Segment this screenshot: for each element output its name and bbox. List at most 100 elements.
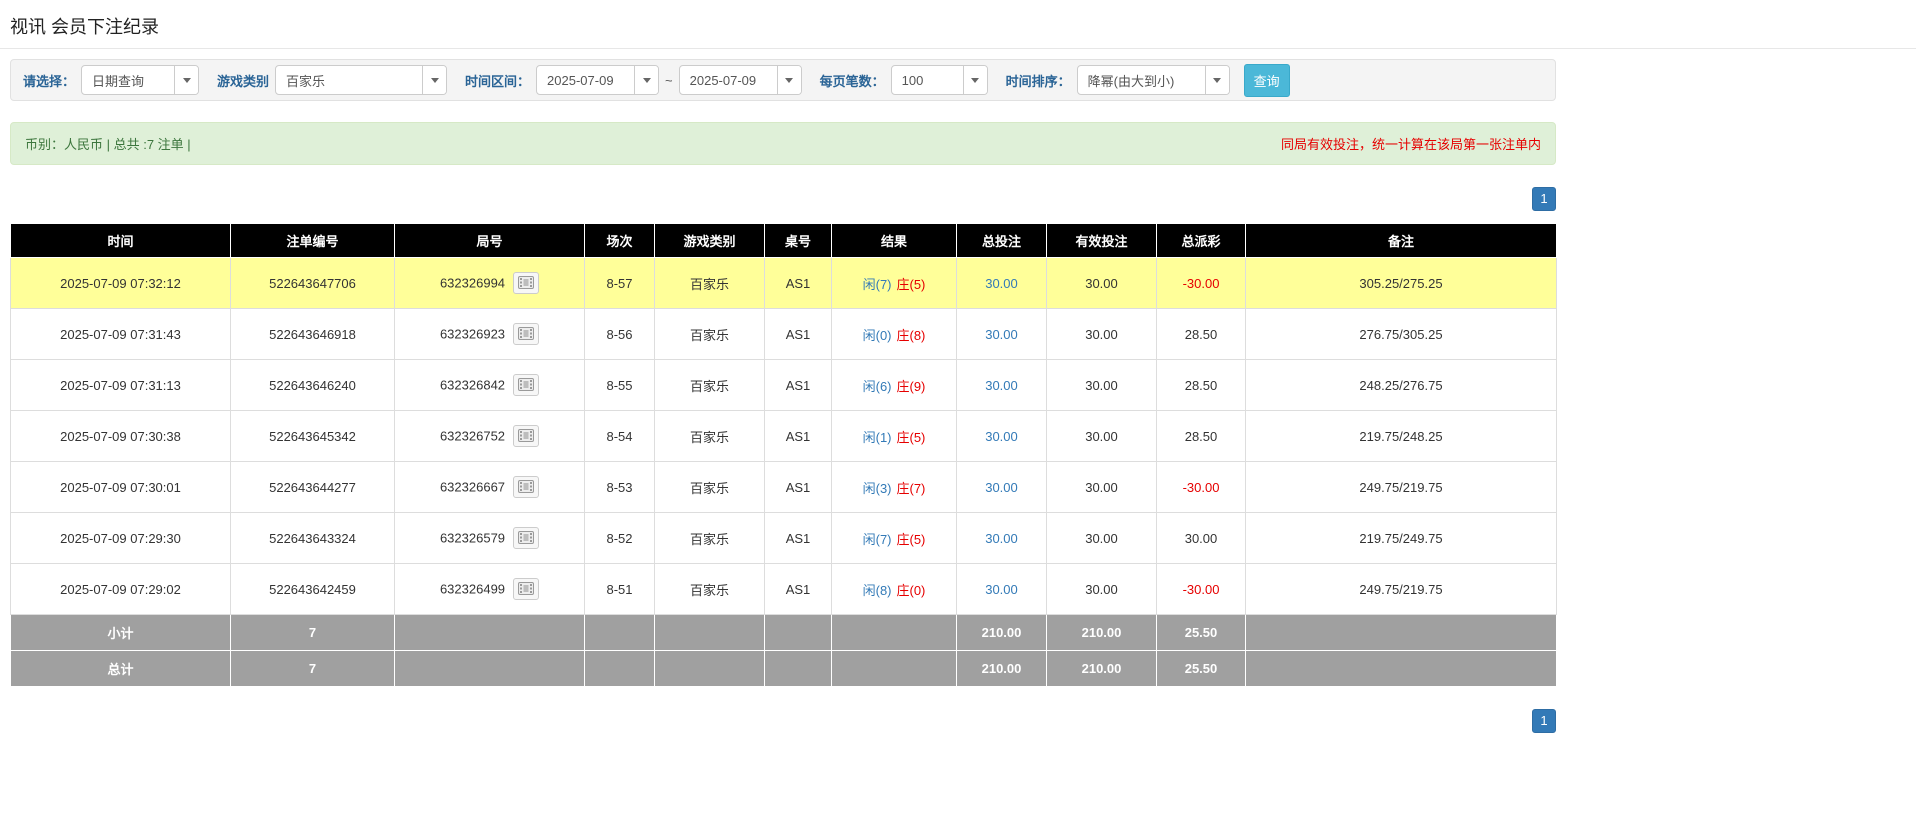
page-1-button[interactable]: 1 xyxy=(1532,709,1556,733)
page-1-button[interactable]: 1 xyxy=(1532,187,1556,211)
total-bet-link[interactable]: 30.00 xyxy=(985,327,1018,342)
result-cell: 闲(7) 庄(5) xyxy=(831,512,957,564)
video-replay-button[interactable] xyxy=(513,272,540,294)
round-cell: 632326994 xyxy=(394,257,585,309)
video-replay-icon xyxy=(518,276,535,289)
round-cell: 632326667 xyxy=(394,461,585,513)
search-button[interactable]: 查询 xyxy=(1243,63,1290,97)
table-head: 时间 注单编号 局号 场次 游戏类别 桌号 结果 总投注 有效投注 总派彩 备注 xyxy=(10,223,1557,258)
date-to-picker[interactable]: 2025-07-09 xyxy=(678,65,802,95)
summary-cell xyxy=(654,614,765,651)
total-bet-link[interactable]: 30.00 xyxy=(985,378,1018,393)
summary-bar: 币别：人民币 | 总共 :7 注单 | 同局有效投注，统一计算在该局第一张注单内 xyxy=(10,122,1556,165)
round-cell: 632326923 xyxy=(394,308,585,360)
page-size-dropdown[interactable]: 100 xyxy=(890,65,988,95)
game-type-dropdown[interactable]: 百家乐 xyxy=(275,65,448,95)
bet-id-cell: 522643642459 xyxy=(230,563,395,615)
summary-cell: 7 xyxy=(230,614,395,651)
time-cell: 2025-07-09 07:31:43 xyxy=(10,308,231,360)
video-replay-button[interactable] xyxy=(513,527,540,549)
time-cell: 2025-07-09 07:29:02 xyxy=(10,563,231,615)
subtotal-row: 小计 7 210.00 210.00 25.50 xyxy=(10,614,1557,651)
video-replay-button[interactable] xyxy=(513,425,540,447)
session-cell: 8-52 xyxy=(584,512,655,564)
result-banker: 庄(7) xyxy=(896,480,926,496)
payout-value: 30.00 xyxy=(1184,530,1218,546)
round-id: 632326667 xyxy=(439,479,506,495)
total-bet-link[interactable]: 30.00 xyxy=(985,429,1018,444)
column-header: 注单编号 xyxy=(230,223,395,258)
session-cell: 8-55 xyxy=(584,359,655,411)
video-replay-icon xyxy=(518,480,535,493)
table-row: 2025-07-09 07:30:01 522643644277 632326667… xyxy=(10,461,1557,513)
video-replay-icon xyxy=(518,582,535,595)
summary-cell: 25.50 xyxy=(1156,614,1246,651)
column-header: 局号 xyxy=(394,223,585,258)
chevron-down-icon[interactable] xyxy=(776,66,801,94)
remark-cell: 276.75/305.25 xyxy=(1245,308,1557,360)
page-size-value: 100 xyxy=(901,72,924,88)
result-player: 闲(7) xyxy=(862,531,892,547)
total-bet-link[interactable]: 30.00 xyxy=(985,531,1018,546)
result-banker: 庄(5) xyxy=(896,276,926,292)
table-row: 2025-07-09 07:31:43 522643646918 632326923… xyxy=(10,308,1557,360)
table-no-cell: AS1 xyxy=(764,359,832,411)
summary-cell xyxy=(394,650,585,687)
result-player: 闲(0) xyxy=(862,327,892,343)
sort-value: 降幂(由大到小) xyxy=(1087,73,1175,89)
total-bet-cell: 30.00 xyxy=(956,308,1047,360)
result-banker: 庄(5) xyxy=(896,531,926,547)
page-size-label: 每页笔数： xyxy=(819,73,885,89)
table-body: 2025-07-09 07:32:12 522643647706 632326994… xyxy=(10,257,1557,615)
summary-cell xyxy=(584,614,655,651)
summary-cell xyxy=(764,650,832,687)
total-bet-link[interactable]: 30.00 xyxy=(985,582,1018,597)
video-replay-icon xyxy=(518,429,535,442)
table-row: 2025-07-09 07:31:13 522643646240 632326842… xyxy=(10,359,1557,411)
total-bet-link[interactable]: 30.00 xyxy=(985,276,1018,291)
total-row: 总计 7 210.00 210.00 25.50 xyxy=(10,650,1557,687)
result-player: 闲(6) xyxy=(862,378,892,394)
valid-bet-cell: 30.00 xyxy=(1046,359,1157,411)
date-from-picker[interactable]: 2025-07-09 xyxy=(536,65,660,95)
payout-cell: 28.50 xyxy=(1156,308,1246,360)
column-header: 备注 xyxy=(1245,223,1557,258)
video-replay-button[interactable] xyxy=(513,476,540,498)
table-foot: 小计 7 210.00 210.00 25.50 总计 7 210.00 210.00 25.50 xyxy=(10,614,1557,687)
summary-cell: 总计 xyxy=(10,650,231,687)
result-cell: 闲(6) 庄(9) xyxy=(831,359,957,411)
chevron-down-icon[interactable] xyxy=(422,66,447,94)
chevron-down-icon[interactable] xyxy=(174,66,199,94)
sort-label: 时间排序： xyxy=(1005,73,1071,89)
result-player: 闲(7) xyxy=(862,276,892,292)
time-cell: 2025-07-09 07:31:13 xyxy=(10,359,231,411)
chevron-down-icon[interactable] xyxy=(634,66,659,94)
result-banker: 庄(8) xyxy=(896,327,926,343)
result-player: 闲(8) xyxy=(862,582,892,598)
header-row: 时间 注单编号 局号 场次 游戏类别 桌号 结果 总投注 有效投注 总派彩 备注 xyxy=(10,223,1557,258)
summary-cell xyxy=(831,650,957,687)
chevron-down-icon[interactable] xyxy=(962,66,987,94)
video-replay-icon xyxy=(518,327,535,340)
column-header: 总投注 xyxy=(956,223,1047,258)
remark-cell: 249.75/219.75 xyxy=(1245,563,1557,615)
table-no-cell: AS1 xyxy=(764,461,832,513)
video-replay-button[interactable] xyxy=(513,323,540,345)
query-type-dropdown[interactable]: 日期查询 xyxy=(81,65,200,95)
table-row: 2025-07-09 07:32:12 522643647706 632326994… xyxy=(10,257,1557,309)
video-replay-button[interactable] xyxy=(513,374,540,396)
sort-dropdown[interactable]: 降幂(由大到小) xyxy=(1076,65,1230,95)
video-replay-button[interactable] xyxy=(513,578,540,600)
payout-value: 28.50 xyxy=(1184,428,1218,444)
game-type-cell: 百家乐 xyxy=(654,410,765,462)
result-player: 闲(3) xyxy=(862,480,892,496)
column-header: 游戏类别 xyxy=(654,223,765,258)
page-header: 视讯 会员下注纪录 xyxy=(0,0,1916,49)
chevron-down-icon[interactable] xyxy=(1204,66,1229,94)
total-bet-link[interactable]: 30.00 xyxy=(985,480,1018,495)
result-banker: 庄(9) xyxy=(896,378,926,394)
summary-cell: 210.00 xyxy=(1046,614,1157,651)
summary-cell xyxy=(654,650,765,687)
bet-id-cell: 522643645342 xyxy=(230,410,395,462)
round-id: 632326842 xyxy=(439,377,506,393)
